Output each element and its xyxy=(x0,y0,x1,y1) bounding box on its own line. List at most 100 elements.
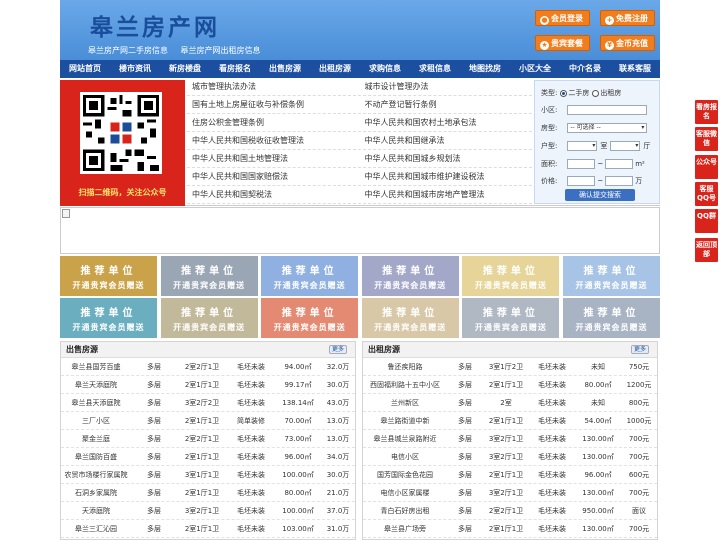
side-tool-button[interactable]: 客服QQ号 xyxy=(695,182,718,206)
promo-tile[interactable]: 推荐单位 开通贵宾会员赠送 xyxy=(563,298,660,338)
listing-name[interactable]: 皋兰县城兰泉路附近 xyxy=(363,430,447,447)
law-link[interactable]: 国有土地上房屋征收与补偿条例 xyxy=(187,96,360,113)
login-button[interactable]: ● 会员登录 xyxy=(535,10,590,26)
listing-name[interactable]: 聚金兰庭 xyxy=(61,430,131,447)
listing-row[interactable]: 皋兰天添庭院 多层 2室1厅1卫 毛坯未装 99.17㎡ 30.0万 xyxy=(61,376,355,394)
listing-name[interactable]: 电信小区家属楼 xyxy=(363,484,447,501)
nav-contact[interactable]: 联系客服 xyxy=(610,60,660,78)
side-tool-button[interactable]: 公众号 xyxy=(695,155,718,179)
listing-name[interactable]: 三厂小区 xyxy=(61,412,131,429)
listing-row[interactable]: 石洞乡家属院 多层 2室1厅1卫 毛坯未装 80.00㎡ 21.0万 xyxy=(61,484,355,502)
nav-viewing-signup[interactable]: 看房报名 xyxy=(210,60,260,78)
listing-name[interactable]: 西固福利路十五中小区 xyxy=(363,376,447,393)
law-link[interactable]: 中华人民共和国继承法 xyxy=(360,132,533,149)
rent-more-button[interactable]: 更多 xyxy=(631,345,649,354)
listing-row[interactable]: 三厂小区 多层 2室1厅1卫 简单装修 70.00㎡ 13.0万 xyxy=(61,412,355,430)
listing-row[interactable]: 聚金兰庭 多层 2室2厅1卫 毛坯未装 73.00㎡ 13.0万 xyxy=(61,430,355,448)
promo-tile[interactable]: 推荐单位 开通贵宾会员赠送 xyxy=(261,298,359,338)
promo-tile[interactable]: 推荐单位 开通贵宾会员赠送 xyxy=(60,298,157,338)
listing-name[interactable]: 电信小区 xyxy=(363,448,447,465)
side-tool-button[interactable]: QQ群 xyxy=(695,209,718,233)
price-max-input[interactable] xyxy=(605,176,634,186)
sale-more-button[interactable]: 更多 xyxy=(329,345,347,354)
promo-tile[interactable]: 推荐单位 开通贵宾会员赠送 xyxy=(563,256,660,296)
law-link[interactable]: 中华人民共和国城市房地产管理法 xyxy=(360,186,533,203)
nav-wanted-buy[interactable]: 求购信息 xyxy=(360,60,410,78)
listing-name[interactable]: 兰州新区 xyxy=(363,394,447,411)
listing-name[interactable]: 皋兰县广场旁 xyxy=(363,520,447,537)
listing-row[interactable]: 农贸市场楼行家属院 多层 3室1厅1卫 毛坯未装 100.00㎡ 30.0万 xyxy=(61,466,355,484)
law-link[interactable]: 中华人民共和国农村土地承包法 xyxy=(360,114,533,131)
listing-row[interactable]: 兰州新区 多层 2室 毛坯未装 未知 800元 xyxy=(363,394,657,412)
property-type-select[interactable]: -- 可选择 -- ▾ xyxy=(567,123,648,133)
price-min-input[interactable] xyxy=(567,176,596,186)
side-tool-button[interactable]: 看房报名 xyxy=(695,100,718,124)
nav-wanted-rent[interactable]: 求租信息 xyxy=(410,60,460,78)
nav-agencies[interactable]: 中介名录 xyxy=(560,60,610,78)
listing-name[interactable]: 皋兰县天添庭院 xyxy=(61,394,131,411)
listing-row[interactable]: 天添庭院 多层 3室2厅1卫 毛坯未装 100.00㎡ 37.0万 xyxy=(61,502,355,520)
listing-row[interactable]: 皋兰三汇沁园 多层 2室1厅1卫 毛坯未装 103.00㎡ 31.0万 xyxy=(61,520,355,538)
listing-name[interactable]: 鲁还疾阳路 xyxy=(363,358,447,375)
recharge-button[interactable]: ¥ 金币充值 xyxy=(600,35,655,51)
law-link[interactable]: 不动产登记暂行条例 xyxy=(360,96,533,113)
nav-new-homes[interactable]: 新房楼盘 xyxy=(160,60,210,78)
listing-name[interactable]: 皋兰路街道中新 xyxy=(363,412,447,429)
area-max-input[interactable] xyxy=(605,159,634,169)
listing-name[interactable]: 皋兰天添庭院 xyxy=(61,376,131,393)
promo-tile[interactable]: 推荐单位 开通贵宾会员赠送 xyxy=(60,256,157,296)
listing-row[interactable]: 国芳国际金色花园 多层 2室1厅1卫 毛坯未装 96.00㎡ 600元 xyxy=(363,466,657,484)
sub-link-rent[interactable]: 皋兰房产网出租房信息 xyxy=(181,46,261,55)
listing-row[interactable]: 皋兰县城兰泉路附近 多层 3室2厅1卫 毛坯未装 130.00㎡ 700元 xyxy=(363,430,657,448)
listing-row[interactable]: 皋兰国防百盛 多层 2室1厅1卫 毛坯未装 96.00㎡ 34.0万 xyxy=(61,448,355,466)
type-radio-ershou[interactable] xyxy=(560,89,568,97)
promo-tile[interactable]: 推荐单位 开通贵宾会员赠送 xyxy=(361,298,459,338)
side-tool-button[interactable]: 客服微信 xyxy=(695,127,718,151)
promo-tile[interactable]: 推荐单位 开通贵宾会员赠送 xyxy=(261,256,359,296)
nav-home[interactable]: 网站首页 xyxy=(60,60,110,78)
community-input[interactable] xyxy=(567,105,648,115)
listing-name[interactable]: 皋兰县国芳百盛 xyxy=(61,358,131,375)
listing-row[interactable]: 皋兰路街道中新 多层 2室1厅1卫 毛坯未装 54.00㎡ 1000元 xyxy=(363,412,657,430)
promo-tile[interactable]: 推荐单位 开通贵宾会员赠送 xyxy=(462,256,560,296)
listing-row[interactable]: 青白石好房出租 多层 2室2厅1卫 毛坯未装 950.00㎡ 面议 xyxy=(363,502,657,520)
promo-tile[interactable]: 推荐单位 开通贵宾会员赠送 xyxy=(462,298,560,338)
listing-name[interactable]: 国芳国际金色花园 xyxy=(363,466,447,483)
law-link[interactable]: 城市设计管理办法 xyxy=(360,78,533,95)
vip-package-button[interactable]: ★ 贵宾套餐 xyxy=(535,35,590,51)
law-link[interactable]: 住房公积金管理条例 xyxy=(187,114,360,131)
listing-row[interactable]: 西固福利路十五中小区 多层 2室1厅1卫 毛坯未装 80.00㎡ 1200元 xyxy=(363,376,657,394)
listing-row[interactable]: 电信小区 多层 3室2厅1卫 毛坯未装 130.00㎡ 700元 xyxy=(363,448,657,466)
hall-select[interactable]: ▾ xyxy=(610,141,641,151)
nav-map-search[interactable]: 地图找房 xyxy=(460,60,510,78)
law-link[interactable]: 中华人民共和国税收征收管理法 xyxy=(187,132,360,149)
nav-for-rent[interactable]: 出租房源 xyxy=(310,60,360,78)
promo-tile[interactable]: 推荐单位 开通贵宾会员赠送 xyxy=(160,256,258,296)
listing-name[interactable]: 皋兰三汇沁园 xyxy=(61,520,131,537)
law-link[interactable]: 中华人民共和国契税法 xyxy=(187,186,360,203)
nav-for-sale[interactable]: 出售房源 xyxy=(260,60,310,78)
type-radio-rent[interactable] xyxy=(592,89,600,97)
law-link[interactable]: 中华人民共和国城市维护建设税法 xyxy=(360,168,533,185)
nav-communities[interactable]: 小区大全 xyxy=(510,60,560,78)
listing-name[interactable]: 农贸市场楼行家属院 xyxy=(61,466,131,483)
listing-row[interactable]: 鲁还疾阳路 多层 3室1厅2卫 毛坯未装 未知 750元 xyxy=(363,358,657,376)
law-link[interactable]: 城市管理执法办法 xyxy=(187,78,360,95)
listing-name[interactable]: 青白石好房出租 xyxy=(363,502,447,519)
law-link[interactable]: 中华人民共和国国家赔偿法 xyxy=(187,168,360,185)
register-button[interactable]: + 免费注册 xyxy=(600,10,655,26)
search-submit-button[interactable]: 确认提交搜索 xyxy=(565,189,635,201)
listing-row[interactable]: 皋兰县天添庭院 多层 3室2厅2卫 毛坯未装 138.14㎡ 43.0万 xyxy=(61,394,355,412)
area-min-input[interactable] xyxy=(567,159,596,169)
listing-name[interactable]: 皋兰国防百盛 xyxy=(61,448,131,465)
side-tool-button[interactable]: 返回顶部 xyxy=(695,238,718,262)
nav-news[interactable]: 楼市资讯 xyxy=(110,60,160,78)
listing-row[interactable]: 皋兰县国芳百盛 多层 2室2厅1卫 毛坯未装 94.00㎡ 32.0万 xyxy=(61,358,355,376)
listing-name[interactable]: 石洞乡家属院 xyxy=(61,484,131,501)
promo-tile[interactable]: 推荐单位 开通贵宾会员赠送 xyxy=(361,256,459,296)
ad-banner[interactable] xyxy=(60,207,660,254)
listing-row[interactable]: 电信小区家属楼 多层 3室2厅1卫 毛坯未装 130.00㎡ 700元 xyxy=(363,484,657,502)
room-select[interactable]: ▾ xyxy=(567,141,598,151)
listing-name[interactable]: 天添庭院 xyxy=(61,502,131,519)
promo-tile[interactable]: 推荐单位 开通贵宾会员赠送 xyxy=(160,298,258,338)
